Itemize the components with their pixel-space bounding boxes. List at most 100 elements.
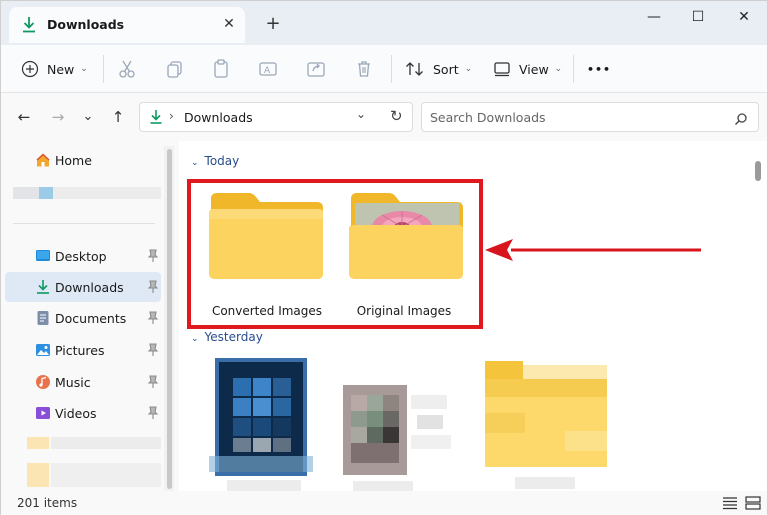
navigation-pane: Home Desktop Downloads Documents Picture…	[1, 141, 179, 491]
group-header-today[interactable]: ⌄ Today	[191, 154, 239, 168]
command-bar: New ⌄ A Sort ⌄ View ⌄ •••	[1, 45, 767, 93]
tab-downloads[interactable]: Downloads ✕	[9, 7, 245, 43]
blurred-item	[51, 437, 161, 449]
download-icon	[150, 110, 162, 124]
sidebar-item-downloads[interactable]: Downloads	[5, 272, 161, 302]
pin-icon	[148, 311, 158, 324]
back-button[interactable]: ←	[13, 106, 35, 128]
sort-icon	[406, 62, 423, 76]
sidebar-item-label: Home	[55, 153, 92, 168]
chevron-down-icon: ⌄	[191, 334, 199, 344]
forward-button[interactable]: →	[47, 106, 69, 128]
sidebar-item-home[interactable]: Home	[5, 145, 161, 175]
blurred-item	[39, 187, 53, 199]
sidebar-item-label: Documents	[55, 311, 127, 326]
pin-icon	[148, 375, 158, 388]
file-thumbnail[interactable]	[475, 361, 615, 496]
maximize-button[interactable]: ☐	[683, 6, 713, 28]
image-folder-icon[interactable]	[347, 189, 467, 299]
tiles-view-icon[interactable]	[745, 496, 761, 510]
chevron-down-icon: ⌄	[464, 64, 473, 74]
file-list: ⌄ Today Converted Images Original Images	[179, 141, 767, 493]
blurred-item	[53, 187, 161, 199]
pin-icon	[148, 406, 158, 419]
toolbar-divider	[391, 55, 392, 83]
file-thumbnail[interactable]	[209, 356, 319, 496]
address-history-chevron-icon[interactable]: ⌄	[356, 107, 366, 121]
chevron-down-icon: ⌄	[554, 64, 563, 74]
download-icon	[23, 17, 35, 33]
navigation-bar: ← → ⌄ ↑ › Downloads ⌄ ↻	[1, 94, 767, 140]
search-icon[interactable]	[734, 112, 748, 126]
refresh-button[interactable]: ↻	[390, 107, 403, 125]
search-input[interactable]	[421, 102, 759, 132]
toolbar-divider	[103, 55, 104, 83]
new-tab-button[interactable]: +	[263, 13, 283, 35]
breadcrumb-downloads[interactable]: Downloads	[184, 110, 253, 125]
file-explorer-window: Downloads ✕ + — ☐ ✕ New ⌄ A Sort ⌄ View …	[0, 0, 768, 515]
sidebar-item-desktop[interactable]: Desktop	[5, 241, 161, 271]
view-icon	[494, 62, 510, 77]
close-window-button[interactable]: ✕	[729, 6, 759, 28]
chevron-down-icon: ⌄	[80, 64, 88, 74]
svg-text:A: A	[264, 66, 271, 76]
blurred-item	[51, 463, 161, 487]
desktop-icon	[36, 250, 50, 261]
rename-icon[interactable]: A	[256, 57, 280, 81]
sidebar-scrollbar-thumb[interactable]	[167, 149, 172, 489]
folder-icon[interactable]	[207, 189, 327, 299]
group-label: Today	[204, 154, 240, 168]
view-label: View	[519, 61, 549, 77]
up-button[interactable]: ↑	[107, 106, 129, 128]
sidebar-item-label: Pictures	[55, 343, 105, 358]
toolbar-divider	[573, 55, 574, 83]
details-view-icon[interactable]	[722, 496, 738, 510]
group-header-yesterday[interactable]: ⌄ Yesterday	[191, 330, 263, 344]
sidebar-item-label: Desktop	[55, 249, 107, 264]
blurred-item	[27, 463, 49, 487]
sort-button[interactable]: Sort ⌄	[405, 55, 472, 83]
tab-title: Downloads	[47, 17, 125, 32]
sidebar-item-videos[interactable]: Videos	[5, 398, 161, 428]
content-scrollbar-thumb[interactable]	[755, 161, 761, 181]
videos-icon	[36, 407, 50, 419]
chevron-down-icon: ⌄	[191, 158, 199, 168]
more-options-button[interactable]: •••	[587, 55, 611, 83]
blurred-item	[13, 187, 39, 199]
folder-name[interactable]: Converted Images	[197, 304, 337, 318]
add-icon	[21, 60, 39, 78]
minimize-button[interactable]: —	[639, 6, 669, 28]
home-icon	[36, 153, 50, 167]
breadcrumb-separator: ›	[169, 109, 174, 123]
sidebar-item-label: Music	[55, 375, 91, 390]
pin-icon	[148, 343, 158, 356]
downloads-icon	[37, 280, 49, 294]
sidebar-item-pictures[interactable]: Pictures	[5, 335, 161, 365]
cut-icon[interactable]	[115, 57, 139, 81]
new-button[interactable]: New ⌄	[21, 55, 88, 83]
title-bar: Downloads ✕ + — ☐ ✕	[1, 1, 767, 45]
pin-icon	[148, 280, 158, 293]
copy-icon[interactable]	[163, 57, 187, 81]
sidebar-item-label: Videos	[55, 406, 97, 421]
paste-icon[interactable]	[209, 57, 233, 81]
folder-name[interactable]: Original Images	[334, 304, 474, 318]
sidebar-item-label: Downloads	[55, 280, 124, 295]
blurred-item	[27, 437, 49, 449]
pictures-icon	[36, 344, 50, 356]
group-label: Yesterday	[204, 330, 263, 344]
new-label: New	[47, 61, 75, 77]
sidebar-item-documents[interactable]: Documents	[5, 303, 161, 333]
status-bar: 201 items	[1, 491, 767, 515]
view-button[interactable]: View ⌄	[493, 55, 562, 83]
share-icon[interactable]	[304, 57, 328, 81]
tab-close-button[interactable]: ✕	[219, 13, 239, 35]
address-bar[interactable]: › Downloads ⌄ ↻	[139, 102, 413, 132]
sidebar-divider	[13, 223, 155, 224]
file-thumbnail[interactable]	[337, 381, 467, 496]
sidebar-item-music[interactable]: Music	[5, 367, 161, 397]
content-scrollbar[interactable]	[753, 149, 763, 489]
recent-locations-button[interactable]: ⌄	[77, 106, 99, 128]
delete-icon[interactable]	[352, 57, 376, 81]
documents-icon	[37, 311, 49, 325]
